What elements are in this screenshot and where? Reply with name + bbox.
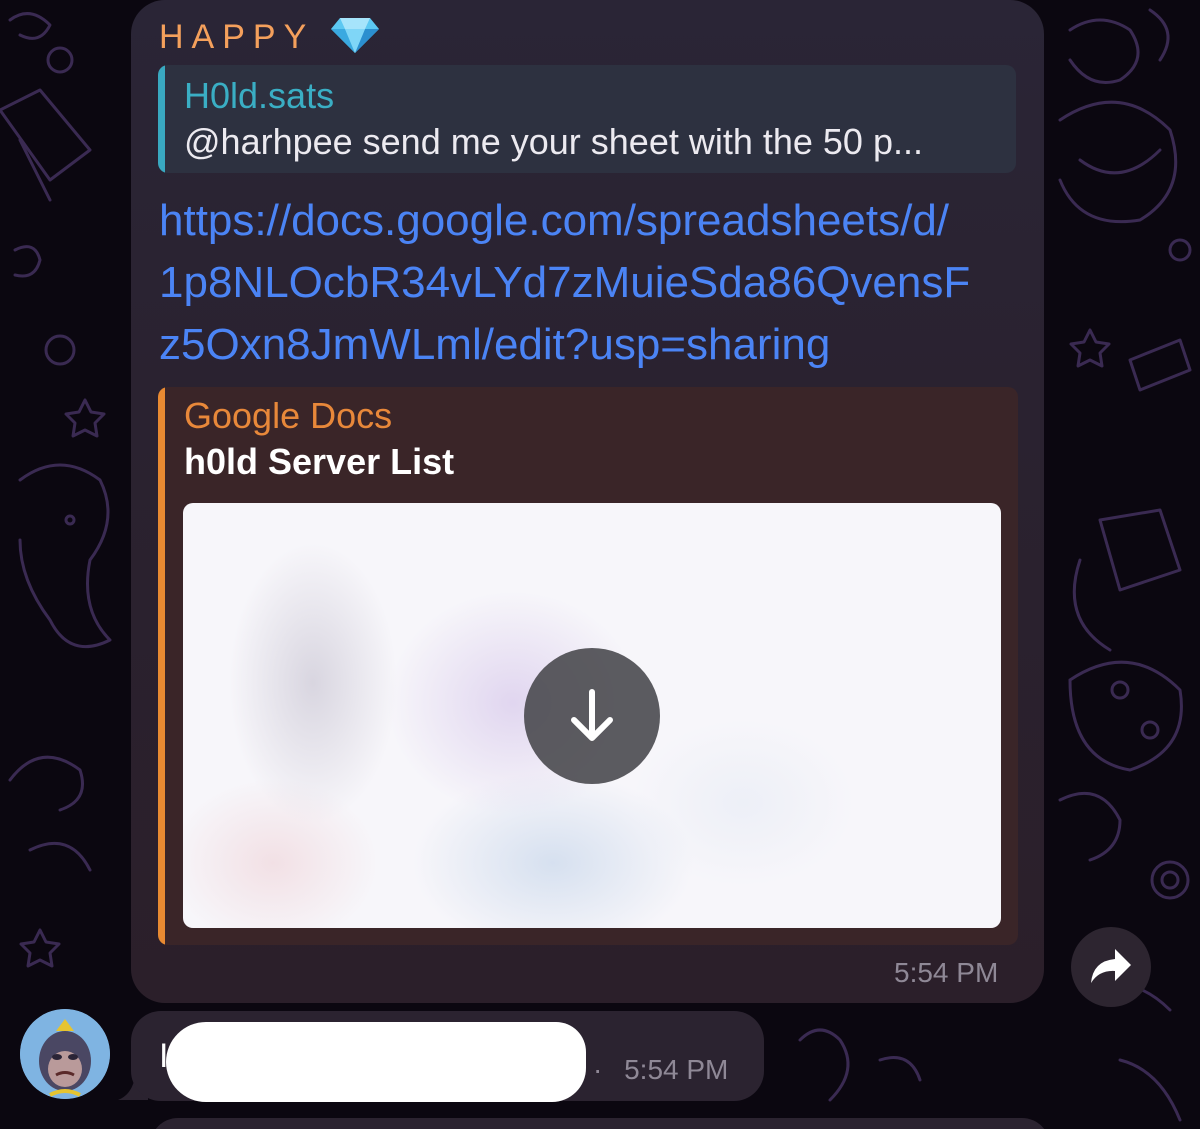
message-bubble[interactable]: HAPPY H0ld.sats @harhpee send me your sh… (131, 0, 1044, 1003)
message-time: 5:54 PM (894, 957, 999, 988)
preview-site-name: Google Docs (184, 395, 393, 436)
preview-accent-bar (158, 387, 165, 945)
reply-text: @harhpee send me your sheet with the 50 … (184, 121, 923, 162)
message-2-dot: · (593, 1054, 603, 1085)
link-line-2[interactable]: 1p8NLOcbR34vLYd7zMuieSda86QvensF (159, 252, 1029, 314)
reply-author: H0ld.sats (184, 75, 335, 116)
sender-name[interactable]: HAPPY (159, 18, 314, 57)
link-line-1[interactable]: https://docs.google.com/spreadsheets/d/ (159, 190, 1029, 252)
preview-image[interactable] (183, 503, 1001, 928)
reply-quote[interactable]: H0ld.sats @harhpee send me your sheet wi… (158, 65, 1016, 173)
preview-title: h0ld Server List (184, 441, 455, 482)
gem-icon (331, 18, 379, 53)
reply-accent-bar (158, 65, 165, 173)
avatar[interactable] (20, 1009, 110, 1099)
ape-avatar (20, 1009, 110, 1099)
message-link[interactable]: https://docs.google.com/spreadsheets/d/ … (159, 190, 1029, 376)
next-bubble-peek (150, 1118, 1050, 1129)
link-preview[interactable]: Google Docs h0ld Server List (158, 387, 1018, 945)
message-2-time: · 5:54 PM (593, 1054, 728, 1086)
download-button[interactable] (524, 648, 660, 784)
share-arrow-icon (1091, 949, 1131, 983)
redaction-mark (166, 1022, 586, 1102)
link-line-3[interactable]: z5Oxn8JmWLml/edit?usp=sharing (159, 314, 1029, 376)
message-2-time-text: 5:54 PM (624, 1054, 729, 1085)
share-button[interactable] (1071, 927, 1151, 1007)
download-icon (571, 689, 613, 741)
